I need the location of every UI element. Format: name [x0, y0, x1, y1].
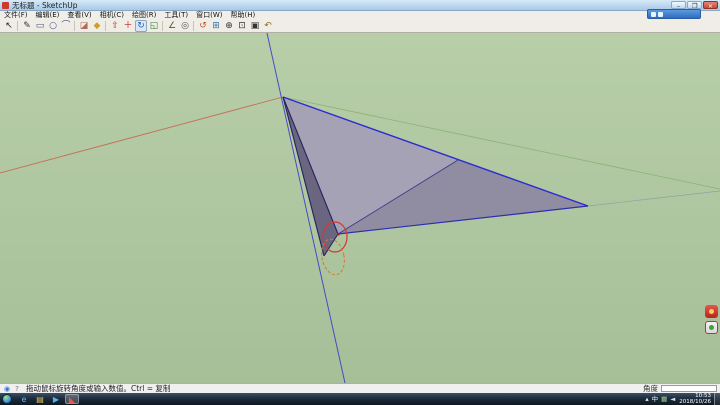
offset-tool-icon[interactable]: ◎ — [179, 20, 191, 32]
clock-date: 2018/10/26 — [679, 399, 711, 405]
show-desktop-button[interactable] — [714, 393, 720, 405]
edge-extension-line — [588, 191, 720, 206]
taskbar-clock[interactable]: 10:53 2018/10/26 — [679, 393, 711, 405]
start-button[interactable] — [2, 394, 12, 404]
toolbar-separator — [105, 21, 106, 31]
floating-ad-icon[interactable] — [705, 305, 718, 318]
app-icon — [2, 2, 9, 9]
geolocation-icon[interactable]: ◉ — [3, 385, 11, 393]
move-tool-icon[interactable]: ＋ — [122, 20, 134, 32]
zoom-extents-icon[interactable]: ▣ — [249, 20, 261, 32]
toolbar-separator — [74, 21, 75, 31]
rotate-tool-icon[interactable]: ↻ — [135, 20, 147, 32]
media-player-icon[interactable]: ▶ — [49, 394, 63, 404]
zoom-tool-icon[interactable]: ⊕ — [223, 20, 235, 32]
model-viewport[interactable] — [0, 33, 720, 383]
red-axis — [0, 97, 283, 173]
arc-tool-icon[interactable]: ⌒ — [60, 20, 72, 32]
maximize-button[interactable]: ❐ — [687, 1, 702, 9]
widget-icon — [651, 12, 656, 17]
help-icon[interactable]: ? — [13, 385, 21, 393]
tool-bar: ↖ ✎ ▭ ○ ⌒ ◪ ◆ ⇧ ＋ ↻ ◱ ∠ ◎ ↺ ⊞ ⊕ ⊡ ▣ ↶ — [0, 20, 720, 33]
floating-ad-icon[interactable] — [705, 321, 718, 334]
toolbar-separator — [17, 21, 18, 31]
ime-tray-icon[interactable]: 中 — [652, 394, 659, 404]
paint-bucket-icon[interactable]: ◆ — [91, 20, 103, 32]
menu-draw[interactable]: 绘图(R) — [128, 11, 160, 20]
system-tray: ▴ 中 ▦ ◄ — [645, 394, 675, 404]
rectangle-tool-icon[interactable]: ▭ — [34, 20, 46, 32]
zoom-window-icon[interactable]: ⊡ — [236, 20, 248, 32]
line-tool-icon[interactable]: ✎ — [21, 20, 33, 32]
menu-help[interactable]: 帮助(H) — [226, 11, 259, 20]
windows-taskbar: e ▤ ▶ ◣ ▴ 中 ▦ ◄ 10:53 2018/10/26 — [0, 393, 720, 405]
menu-window[interactable]: 窗口(W) — [192, 11, 226, 20]
scale-tool-icon[interactable]: ◱ — [148, 20, 160, 32]
menu-edit[interactable]: 编辑(E) — [32, 11, 64, 20]
widget-icon — [658, 12, 663, 17]
measurement-input[interactable] — [661, 385, 717, 392]
toolbar-separator — [193, 21, 194, 31]
menu-file[interactable]: 文件(F) — [0, 11, 32, 20]
menu-bar: 文件(F) 编辑(E) 查看(V) 相机(C) 绘图(R) 工具(T) 窗口(W… — [0, 11, 720, 20]
model-canvas[interactable] — [0, 33, 720, 383]
tape-measure-icon[interactable]: ∠ — [166, 20, 178, 32]
title-bar[interactable]: 无标题 - SketchUp – ❐ × — [0, 0, 720, 11]
circle-tool-icon[interactable]: ○ — [47, 20, 59, 32]
toolbar-separator — [162, 21, 163, 31]
hidden-icons-chevron[interactable]: ▴ — [645, 394, 648, 404]
network-tray-icon[interactable]: ▦ — [661, 394, 667, 404]
push-pull-icon[interactable]: ⇧ — [109, 20, 121, 32]
status-bar: ◉ ? 拖动鼠标旋转角度或输入数值。Ctrl = 复制 角度 — [0, 383, 720, 393]
pan-tool-icon[interactable]: ⊞ — [210, 20, 222, 32]
minimize-button[interactable]: – — [671, 1, 686, 9]
menu-camera[interactable]: 相机(C) — [96, 11, 128, 20]
volume-tray-icon[interactable]: ◄ — [670, 394, 675, 404]
explorer-icon[interactable]: ▤ — [33, 394, 47, 404]
rotation-center-point — [337, 233, 340, 236]
ie-icon[interactable]: e — [17, 394, 31, 404]
window-title: 无标题 - SketchUp — [12, 0, 78, 11]
sketchup-window: 无标题 - SketchUp – ❐ × 文件(F) 编辑(E) 查看(V) 相… — [0, 0, 720, 405]
select-tool-icon[interactable]: ↖ — [3, 20, 15, 32]
orbit-tool-icon[interactable]: ↺ — [197, 20, 209, 32]
menu-tools[interactable]: 工具(T) — [160, 11, 192, 20]
close-button[interactable]: × — [703, 1, 718, 9]
menu-view[interactable]: 查看(V) — [63, 11, 95, 20]
eraser-tool-icon[interactable]: ◪ — [78, 20, 90, 32]
top-right-toolbar[interactable] — [647, 9, 701, 19]
sketchup-taskbar-icon[interactable]: ◣ — [65, 394, 79, 404]
previous-view-icon[interactable]: ↶ — [262, 20, 274, 32]
floating-ad-icons — [705, 305, 718, 334]
